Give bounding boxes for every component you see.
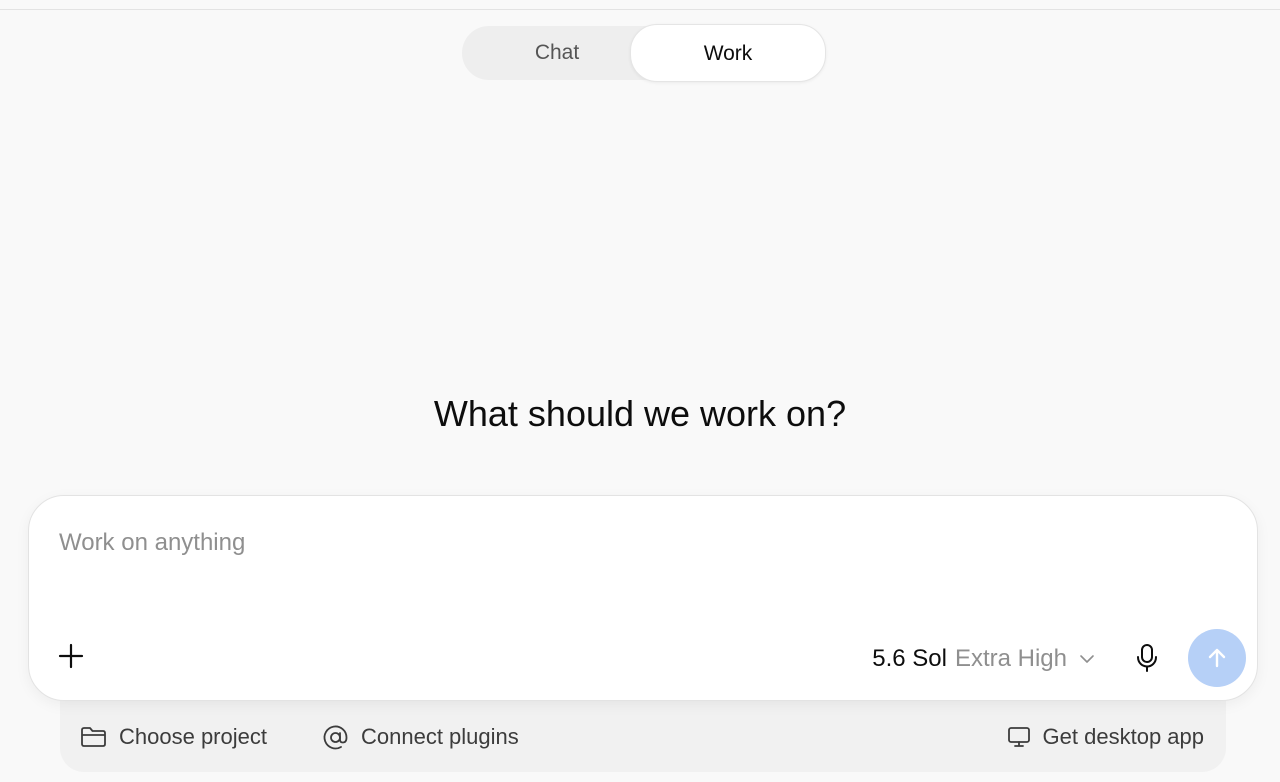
tab-work[interactable]: Work <box>630 24 826 82</box>
send-button[interactable] <box>1188 629 1246 687</box>
folder-icon <box>81 727 106 747</box>
arrow-up-icon <box>1208 648 1226 668</box>
plus-icon <box>58 643 84 669</box>
tab-chat[interactable]: Chat <box>462 26 652 80</box>
microphone-icon <box>1137 644 1157 672</box>
model-selector[interactable]: 5.6 Sol Extra High <box>872 642 1095 676</box>
at-sign-icon <box>323 725 348 749</box>
connect-plugins-label: Connect plugins <box>361 724 519 749</box>
monitor-icon <box>1007 727 1030 747</box>
top-divider <box>0 0 1280 10</box>
choose-project-label: Choose project <box>119 724 267 749</box>
get-desktop-app-button[interactable]: Get desktop app <box>1007 720 1204 754</box>
model-name: 5.6 Sol <box>872 645 947 672</box>
composer: 5.6 Sol Extra High <box>28 495 1258 701</box>
prompt-input[interactable] <box>59 526 1159 560</box>
choose-project-button[interactable]: Choose project <box>80 720 267 754</box>
get-desktop-app-label: Get desktop app <box>1042 724 1204 749</box>
chevron-down-icon <box>1079 654 1095 664</box>
connect-plugins-button[interactable]: Connect plugins <box>322 720 519 754</box>
model-effort: Extra High <box>954 645 1067 672</box>
add-attachment-button[interactable] <box>51 636 91 676</box>
voice-input-button[interactable] <box>1125 636 1169 680</box>
page-headline: What should we work on? <box>433 393 847 434</box>
mode-toggle: Chat Work <box>462 24 826 82</box>
